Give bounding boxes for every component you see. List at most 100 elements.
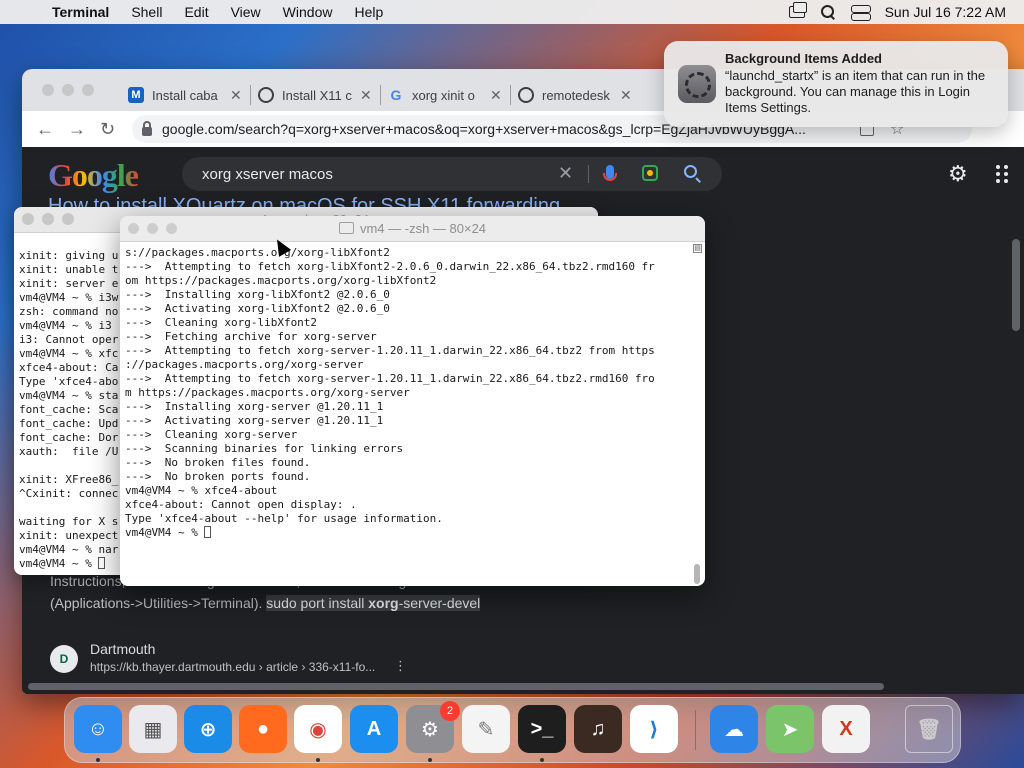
snippet-highlight-pre: sudo port install xyxy=(266,595,369,611)
search-box[interactable]: xorg xserver macos ✕ xyxy=(182,157,722,191)
search-query[interactable]: xorg xserver macos xyxy=(202,166,333,183)
terminal-line: om https://packages.macports.org/xorg-li… xyxy=(125,274,437,287)
terminal-window-front[interactable]: vm4 — -zsh — 80×24 s://packages.macports… xyxy=(120,216,705,586)
forward-arrow-icon[interactable]: → xyxy=(68,119,88,140)
clear-search-icon[interactable]: ✕ xyxy=(558,163,573,184)
terminal-line: ---> Activating xorg-libXfont2 @2.0.6_0 xyxy=(125,302,390,315)
terminal-line: ---> Attempting to fetch xorg-server-1.2… xyxy=(125,344,655,357)
terminal-line: Type 'xfce4-about --help' for usage info… xyxy=(125,512,443,525)
running-indicator xyxy=(540,758,544,762)
snippet-highlight-post: -server-devel xyxy=(398,595,481,611)
control-center-icon[interactable] xyxy=(850,5,871,21)
globe-icon xyxy=(258,87,274,103)
menu-window[interactable]: Window xyxy=(283,4,333,20)
menu-bar-clock[interactable]: Sun Jul 16 7:22 AM xyxy=(885,4,1006,20)
result-site-url[interactable]: https://kb.thayer.dartmouth.edu › articl… xyxy=(90,660,375,674)
google-lens-icon[interactable] xyxy=(642,165,658,181)
dartmouth-favicon-icon[interactable]: D xyxy=(50,645,78,673)
chrome-icon[interactable]: ◉ xyxy=(294,705,342,753)
dock-separator xyxy=(695,710,696,750)
terminal-line: ---> Attempting to fetch xorg-libXfont2-… xyxy=(125,260,655,273)
close-window-button[interactable] xyxy=(42,84,54,96)
close-tab-icon[interactable]: ✕ xyxy=(490,87,502,104)
snippet-highlight-bold: xorg xyxy=(368,595,399,611)
screen-mirroring-icon[interactable] xyxy=(788,2,807,18)
window-controls xyxy=(42,84,94,96)
garageband-icon[interactable]: ♫ xyxy=(574,705,622,753)
browser-tab-3[interactable]: G xorg xinit o ✕ xyxy=(380,79,502,111)
terminal-line: ://packages.macports.org/xorg-server xyxy=(125,358,364,371)
system-settings-icon xyxy=(678,65,716,103)
lock-icon[interactable] xyxy=(142,120,152,136)
menu-shell[interactable]: Shell xyxy=(131,4,162,20)
tab-title: xorg xinit o xyxy=(412,87,475,103)
close-tab-icon[interactable]: ✕ xyxy=(620,87,632,104)
browser-tab-2[interactable]: Install X11 c ✕ xyxy=(250,79,372,111)
terminal-line: ---> Scanning binaries for linking error… xyxy=(125,442,404,455)
search-icon[interactable] xyxy=(684,165,697,178)
textedit-icon[interactable]: ✎ xyxy=(462,705,510,753)
terminal-title: vm4 — -zsh — 80×24 xyxy=(120,221,705,236)
result-site-name[interactable]: Dartmouth xyxy=(90,641,155,657)
launchpad-icon[interactable]: ▦ xyxy=(129,705,177,753)
terminal-cursor xyxy=(98,557,106,569)
horizontal-scrollbar[interactable] xyxy=(28,683,884,690)
tab-favicon-icon: M xyxy=(128,87,144,103)
terminal-line: xfce4-about: Cannot open display: . xyxy=(125,498,357,511)
terminal-line: ---> Cleaning xorg-libXfont2 xyxy=(125,316,318,329)
finder-icon[interactable]: ☺ xyxy=(74,705,122,753)
snippet-highlight: sudo port install xorg-server-devel xyxy=(266,595,481,611)
terminal-title-bar[interactable]: vm4 — -zsh — 80×24 xyxy=(120,216,705,242)
voice-search-icon[interactable] xyxy=(603,165,617,181)
browser-tab-4[interactable]: remotedesk ✕ xyxy=(510,79,632,111)
menu-app-name[interactable]: Terminal xyxy=(52,4,109,20)
firefox-icon[interactable]: ● xyxy=(239,705,287,753)
app-store-icon[interactable]: A xyxy=(350,705,398,753)
close-tab-icon[interactable]: ✕ xyxy=(230,87,242,104)
vertical-scrollbar[interactable] xyxy=(1012,239,1020,331)
terminal-line: ---> Activating xorg-server @1.20.11_1 xyxy=(125,414,384,427)
terminal-line: ---> Installing xorg-server @1.20.11_1 xyxy=(125,400,384,413)
terminal-output[interactable]: s://packages.macports.org/xorg-libXfont2… xyxy=(120,242,705,540)
xquartz-icon[interactable]: X xyxy=(822,705,870,753)
menu-bar: Terminal Shell Edit View Window Help Sun… xyxy=(0,0,1024,24)
spotlight-search-icon[interactable] xyxy=(820,5,835,19)
tab-title: remotedesk xyxy=(542,87,610,103)
google-apps-icon[interactable] xyxy=(996,165,1010,183)
trash-icon[interactable]: 🗑 xyxy=(905,705,953,753)
more-options-icon[interactable]: ⋮ xyxy=(394,658,407,674)
chrome-remote-icon xyxy=(518,87,534,103)
terminal-cursor xyxy=(204,526,212,538)
reload-icon[interactable]: ↻ xyxy=(100,119,120,140)
safari-icon[interactable]: ⊕ xyxy=(184,705,232,753)
browser-tab-1[interactable]: M Install caba ✕ xyxy=(120,79,242,111)
snippet-text: (Applications->Utilities->Terminal). xyxy=(50,595,267,611)
minimize-window-button[interactable] xyxy=(62,84,74,96)
tab-title: Install X11 c xyxy=(282,87,352,103)
vscode-icon[interactable]: ⟩ xyxy=(630,705,678,753)
menu-view[interactable]: View xyxy=(231,4,261,20)
google-logo[interactable]: Google xyxy=(48,157,139,194)
settings-gear-icon[interactable]: ⚙ xyxy=(948,163,970,185)
terminal-line: vm4@VM4 ~ % xfce4-about xyxy=(125,484,278,497)
menu-help[interactable]: Help xyxy=(354,4,383,20)
notification-badge: 2 xyxy=(440,701,460,721)
terminal-line: m https://packages.macports.org/xorg-ser… xyxy=(125,386,410,399)
terminal-scrollbar[interactable] xyxy=(694,564,700,584)
running-indicator xyxy=(96,758,100,762)
terminal-line: ---> No broken files found. xyxy=(125,456,311,469)
google-logo-text: Google xyxy=(48,157,139,193)
dock: ☺ ▦ ⊕ ● ◉ A ⚙ 2 ✎ >_ ♫ ⟩ ☁ ➤ X 🗑 xyxy=(64,697,961,763)
terminal-icon[interactable]: >_ xyxy=(518,705,566,753)
system-settings-icon[interactable]: ⚙ 2 xyxy=(406,701,460,753)
google-g-icon: G xyxy=(390,87,402,103)
close-tab-icon[interactable]: ✕ xyxy=(360,87,372,104)
split-pane-icon[interactable]: ▤ xyxy=(693,244,702,253)
weather-icon[interactable]: ☁ xyxy=(710,705,758,753)
zoom-window-button[interactable] xyxy=(82,84,94,96)
notification-title: Background Items Added xyxy=(725,51,882,66)
menu-edit[interactable]: Edit xyxy=(184,4,208,20)
back-arrow-icon[interactable]: ← xyxy=(36,119,56,140)
background-items-notification[interactable]: Background Items Added “launchd_startx” … xyxy=(664,41,1008,127)
maps-icon[interactable]: ➤ xyxy=(766,705,814,753)
